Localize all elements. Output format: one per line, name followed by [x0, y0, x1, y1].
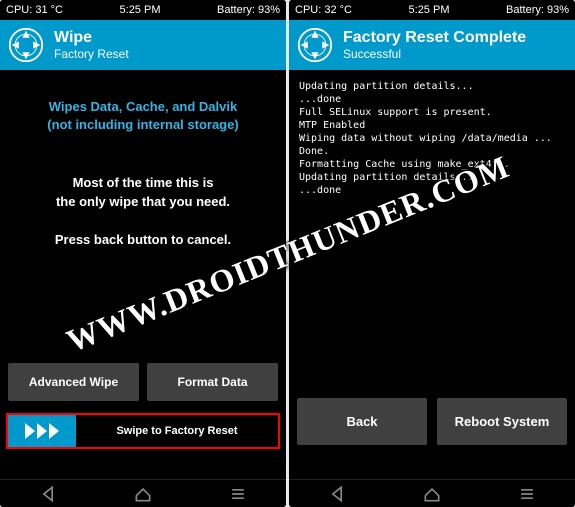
nav-bar: [289, 479, 575, 507]
status-bar: CPU: 32 °C 5:25 PM Battery: 93%: [289, 0, 575, 20]
header: Factory Reset Complete Successful: [289, 20, 575, 70]
arrow-right-icon: [49, 423, 59, 439]
nav-home-icon[interactable]: [422, 484, 442, 504]
log-output: Updating partition details... ...done Fu…: [297, 78, 567, 199]
reboot-system-button[interactable]: Reboot System: [437, 398, 567, 445]
nav-menu-icon[interactable]: [517, 484, 537, 504]
advanced-wipe-button[interactable]: Advanced Wipe: [8, 363, 139, 401]
content-area: Updating partition details... ...done Fu…: [289, 70, 575, 479]
status-cpu: CPU: 32 °C: [295, 4, 352, 16]
status-cpu: CPU: 31 °C: [6, 4, 63, 16]
nav-home-icon[interactable]: [133, 484, 153, 504]
page-title: Factory Reset Complete: [343, 29, 526, 47]
swipe-handle[interactable]: [8, 415, 76, 447]
page-subtitle: Factory Reset: [54, 47, 129, 61]
status-time: 5:25 PM: [409, 4, 450, 16]
wipe-info-line2: (not including internal storage): [8, 116, 278, 134]
nav-bar: [0, 479, 286, 507]
info-line1: Most of the time this is: [8, 174, 278, 192]
page-subtitle: Successful: [343, 47, 526, 61]
status-bar: CPU: 31 °C 5:25 PM Battery: 93%: [0, 0, 286, 20]
status-time: 5:25 PM: [120, 4, 161, 16]
twrp-icon: [8, 27, 44, 63]
nav-back-icon[interactable]: [327, 484, 347, 504]
page-title: Wipe: [54, 29, 129, 47]
info-line2: the only wipe that you need.: [8, 193, 278, 211]
screen-wipe: CPU: 31 °C 5:25 PM Battery: 93% Wipe Fac…: [0, 0, 286, 507]
status-battery: Battery: 93%: [506, 4, 569, 16]
status-battery: Battery: 93%: [217, 4, 280, 16]
twrp-icon: [297, 27, 333, 63]
arrow-right-icon: [25, 423, 35, 439]
cancel-hint: Press back button to cancel.: [8, 231, 278, 249]
nav-back-icon[interactable]: [38, 484, 58, 504]
screen-complete: CPU: 32 °C 5:25 PM Battery: 93% Factory …: [289, 0, 575, 507]
wipe-info-line1: Wipes Data, Cache, and Dalvik: [8, 98, 278, 116]
format-data-button[interactable]: Format Data: [147, 363, 278, 401]
content-area: Wipes Data, Cache, and Dalvik (not inclu…: [0, 70, 286, 479]
nav-menu-icon[interactable]: [228, 484, 248, 504]
arrow-right-icon: [37, 423, 47, 439]
swipe-label: Swipe to Factory Reset: [76, 425, 278, 437]
back-button[interactable]: Back: [297, 398, 427, 445]
swipe-slider-container: Swipe to Factory Reset: [6, 413, 280, 449]
header: Wipe Factory Reset: [0, 20, 286, 70]
